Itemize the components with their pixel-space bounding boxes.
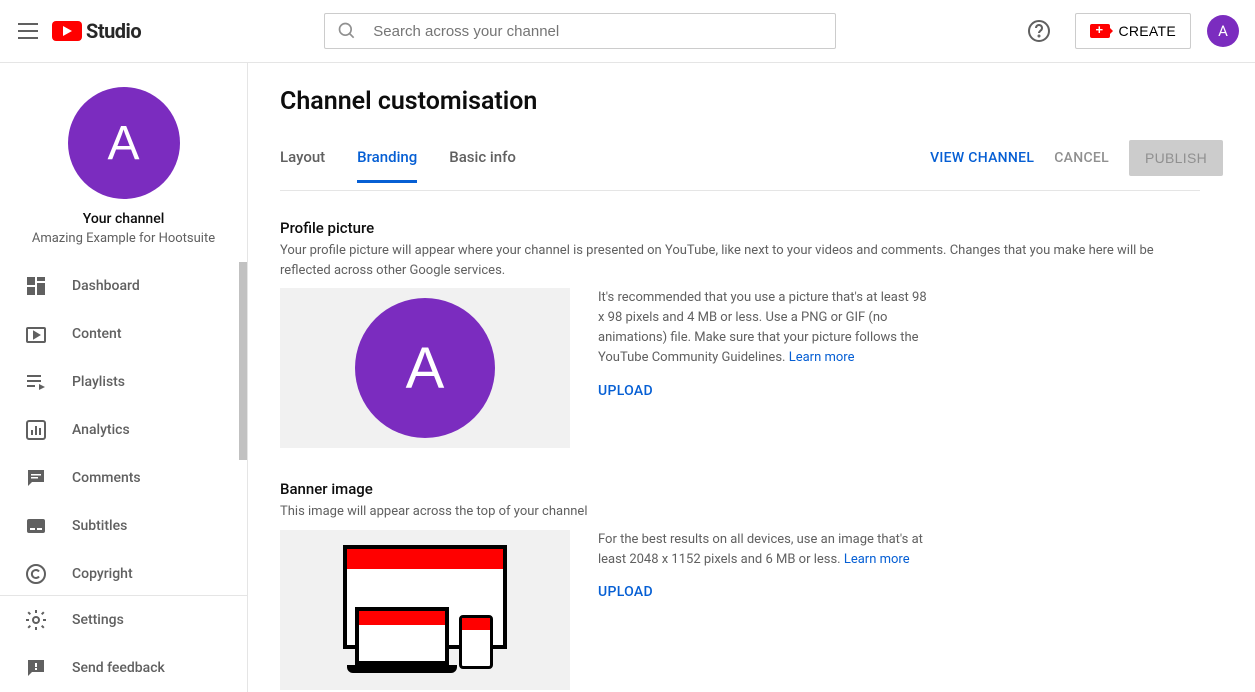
sidebar-profile: A Your channel Amazing Example for Hoots… <box>0 63 247 262</box>
upload-profile-button[interactable]: UPLOAD <box>598 383 1200 399</box>
sidebar-bottom: Settings Send feedback <box>0 595 247 692</box>
app-header: Studio CREATE A <box>0 0 1255 63</box>
devices-illustration <box>335 545 515 675</box>
sidebar-item-comments[interactable]: Comments <box>0 454 247 502</box>
sidebar-item-settings[interactable]: Settings <box>0 596 247 644</box>
account-avatar[interactable]: A <box>1207 15 1239 47</box>
tabs: Layout Branding Basic info <box>280 148 516 183</box>
dashboard-icon <box>24 274 48 298</box>
sidebar-item-copyright[interactable]: Copyright <box>0 550 247 595</box>
sidebar-nav: Dashboard Content Playlists Analytics Co… <box>0 262 247 595</box>
section-desc: Your profile picture will appear where y… <box>280 241 1200 280</box>
banner-image-section: Banner image This image will appear acro… <box>280 480 1200 690</box>
analytics-icon <box>24 418 48 442</box>
header-right: CREATE A <box>1019 11 1239 51</box>
youtube-icon <box>52 21 82 41</box>
create-label: CREATE <box>1118 23 1176 39</box>
subtitles-icon <box>24 514 48 538</box>
tab-basic-info[interactable]: Basic info <box>449 148 516 183</box>
nav-label: Content <box>72 326 122 342</box>
copyright-icon <box>24 562 48 586</box>
nav-label: Playlists <box>72 374 125 390</box>
learn-more-link[interactable]: Learn more <box>844 552 910 567</box>
playlists-icon <box>24 370 48 394</box>
scrollbar[interactable] <box>239 262 247 460</box>
nav-label: Comments <box>72 470 141 486</box>
upload-banner-button[interactable]: UPLOAD <box>598 584 1200 600</box>
avatar-preview: A <box>355 298 495 438</box>
sidebar-item-subtitles[interactable]: Subtitles <box>0 502 247 550</box>
search-wrap <box>141 13 1019 49</box>
help-button[interactable] <box>1019 11 1059 51</box>
nav-label: Settings <box>72 612 124 628</box>
logo-text: Studio <box>86 19 141 43</box>
sidebar: A Your channel Amazing Example for Hoots… <box>0 63 248 692</box>
create-icon <box>1090 24 1110 38</box>
profile-info-text: It's recommended that you use a picture … <box>598 288 928 369</box>
channel-name: Amazing Example for Hootsuite <box>16 231 231 246</box>
section-title: Profile picture <box>280 219 1200 237</box>
nav-label: Copyright <box>72 566 133 582</box>
search-box[interactable] <box>324 13 836 49</box>
nav-label: Analytics <box>72 422 130 438</box>
feedback-icon <box>24 656 48 680</box>
sidebar-item-analytics[interactable]: Analytics <box>0 406 247 454</box>
page-title: Channel customisation <box>280 87 1223 116</box>
cancel-button[interactable]: CANCEL <box>1054 150 1109 166</box>
section-desc: This image will appear across the top of… <box>280 502 1200 522</box>
section-title: Banner image <box>280 480 1200 498</box>
gear-icon <box>24 608 48 632</box>
sidebar-item-feedback[interactable]: Send feedback <box>0 644 247 692</box>
channel-label: Your channel <box>16 211 231 227</box>
tabs-divider <box>280 190 1200 191</box>
create-button[interactable]: CREATE <box>1075 13 1191 49</box>
content-icon <box>24 322 48 346</box>
banner-preview <box>280 530 570 690</box>
help-icon <box>1027 19 1051 43</box>
banner-info-text: For the best results on all devices, use… <box>598 530 928 570</box>
tab-layout[interactable]: Layout <box>280 148 325 183</box>
nav-label: Subtitles <box>72 518 127 534</box>
channel-avatar[interactable]: A <box>68 87 180 199</box>
view-channel-link[interactable]: VIEW CHANNEL <box>930 150 1034 166</box>
search-icon <box>337 21 357 41</box>
sidebar-item-content[interactable]: Content <box>0 310 247 358</box>
sidebar-item-dashboard[interactable]: Dashboard <box>0 262 247 310</box>
nav-label: Dashboard <box>72 278 140 294</box>
top-row: Layout Branding Basic info VIEW CHANNEL … <box>280 140 1223 190</box>
profile-preview: A <box>280 288 570 448</box>
tab-branding[interactable]: Branding <box>357 148 417 183</box>
studio-logo[interactable]: Studio <box>52 19 141 43</box>
profile-picture-section: Profile picture Your profile picture wil… <box>280 219 1200 448</box>
publish-button[interactable]: PUBLISH <box>1129 140 1223 176</box>
search-input[interactable] <box>373 23 823 40</box>
sidebar-item-playlists[interactable]: Playlists <box>0 358 247 406</box>
nav-label: Send feedback <box>72 660 165 676</box>
comments-icon <box>24 466 48 490</box>
header-left: Studio <box>16 19 141 43</box>
learn-more-link[interactable]: Learn more <box>789 350 855 365</box>
header-actions: VIEW CHANNEL CANCEL PUBLISH <box>930 140 1223 176</box>
main-content: Channel customisation Layout Branding Ba… <box>248 63 1255 692</box>
menu-icon[interactable] <box>16 19 40 43</box>
